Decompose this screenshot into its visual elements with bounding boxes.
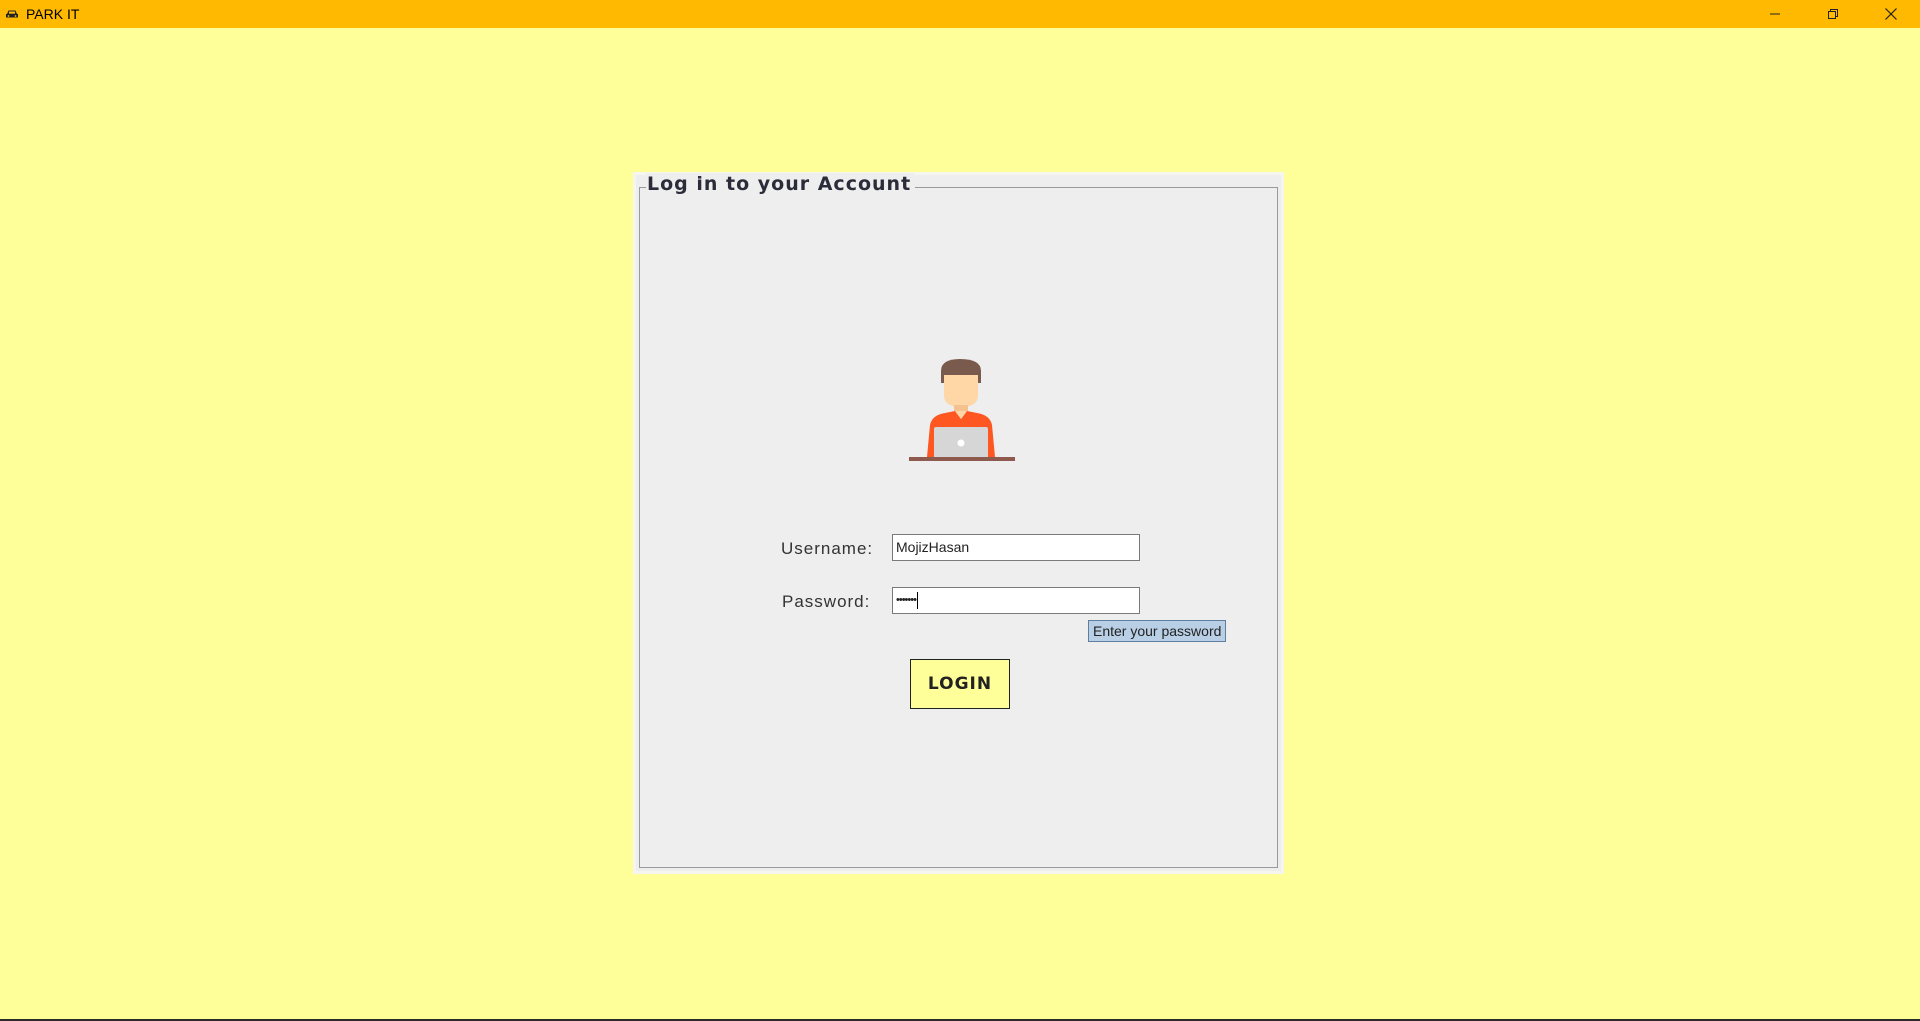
- window-title: PARK IT: [26, 6, 80, 22]
- username-value: MojizHasan: [896, 539, 970, 555]
- user-at-laptop-icon: [897, 359, 1027, 463]
- username-label: Username:: [781, 539, 874, 558]
- close-icon: [1885, 8, 1897, 20]
- panel-border: [639, 187, 1278, 868]
- minimize-icon: [1770, 13, 1780, 15]
- username-field[interactable]: MojizHasan: [892, 534, 1140, 561]
- car-icon: [5, 9, 19, 19]
- minimize-button[interactable]: [1746, 0, 1804, 28]
- password-value: •••••••: [896, 594, 917, 606]
- password-tooltip: Enter your password: [1088, 620, 1227, 642]
- restore-button[interactable]: [1804, 0, 1862, 28]
- login-panel: Log in to your Account Username: MojizHa…: [633, 172, 1284, 874]
- password-field[interactable]: •••••••: [892, 587, 1140, 614]
- window-controls: [1746, 0, 1920, 28]
- title-bar: PARK IT: [0, 0, 1920, 28]
- text-caret: [916, 591, 918, 609]
- restore-icon: [1828, 9, 1838, 19]
- login-button[interactable]: LOGIN: [910, 659, 1010, 709]
- password-label: Password:: [782, 592, 871, 611]
- close-button[interactable]: [1862, 0, 1920, 28]
- panel-title: Log in to your Account: [646, 173, 916, 195]
